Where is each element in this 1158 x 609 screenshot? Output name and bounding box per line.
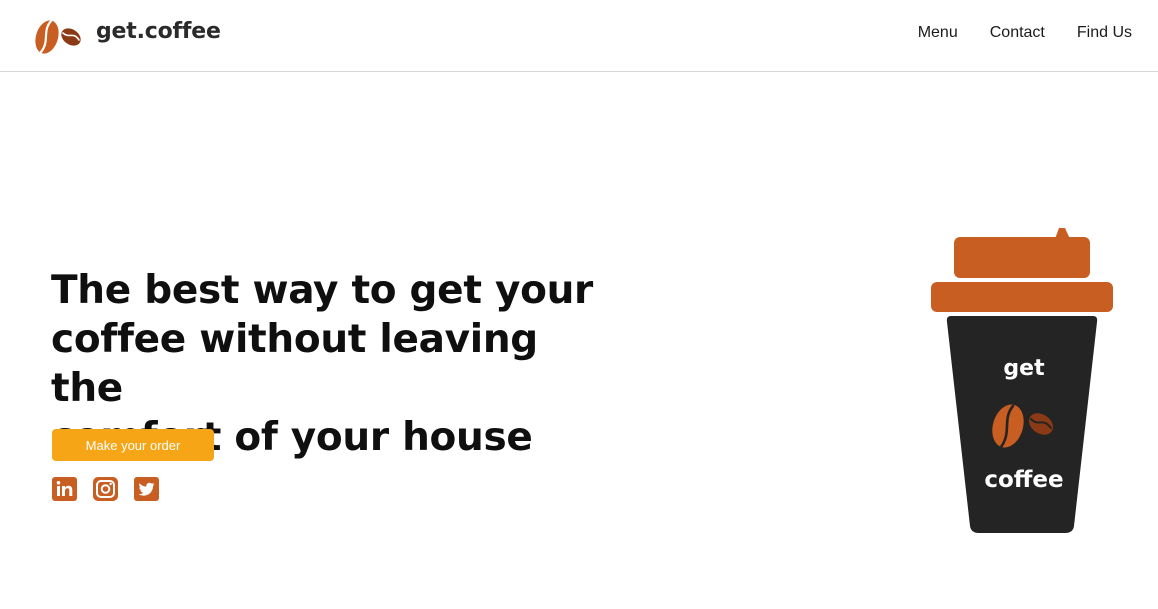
nav-contact[interactable]: Contact xyxy=(990,24,1045,42)
brand-logo[interactable]: get.coffee xyxy=(34,17,221,55)
social-links xyxy=(52,477,159,501)
linkedin-icon xyxy=(52,477,77,501)
nav-menu[interactable]: Menu xyxy=(918,24,958,42)
headline-line-1: The best way to get your xyxy=(51,268,593,313)
nav-find-us[interactable]: Find Us xyxy=(1077,24,1132,42)
cup-label-get: get xyxy=(1003,356,1045,381)
coffee-beans-icon xyxy=(992,404,1054,449)
linkedin-link[interactable] xyxy=(52,477,77,501)
instagram-link[interactable] xyxy=(93,477,118,501)
headline-line-2: coffee without leaving the xyxy=(51,317,538,411)
twitter-link[interactable] xyxy=(134,477,159,501)
instagram-icon xyxy=(93,477,118,501)
cup-label-coffee: coffee xyxy=(984,467,1064,493)
coffee-cup-illustration: get coffee xyxy=(929,226,1115,536)
twitter-icon xyxy=(134,477,159,501)
site-header: get.coffee Menu Contact Find Us xyxy=(0,0,1158,72)
main-nav: Menu Contact Find Us xyxy=(918,24,1132,42)
brand-name: get.coffee xyxy=(96,19,221,44)
make-order-button[interactable]: Make your order xyxy=(52,429,214,461)
coffee-beans-icon xyxy=(35,19,81,54)
